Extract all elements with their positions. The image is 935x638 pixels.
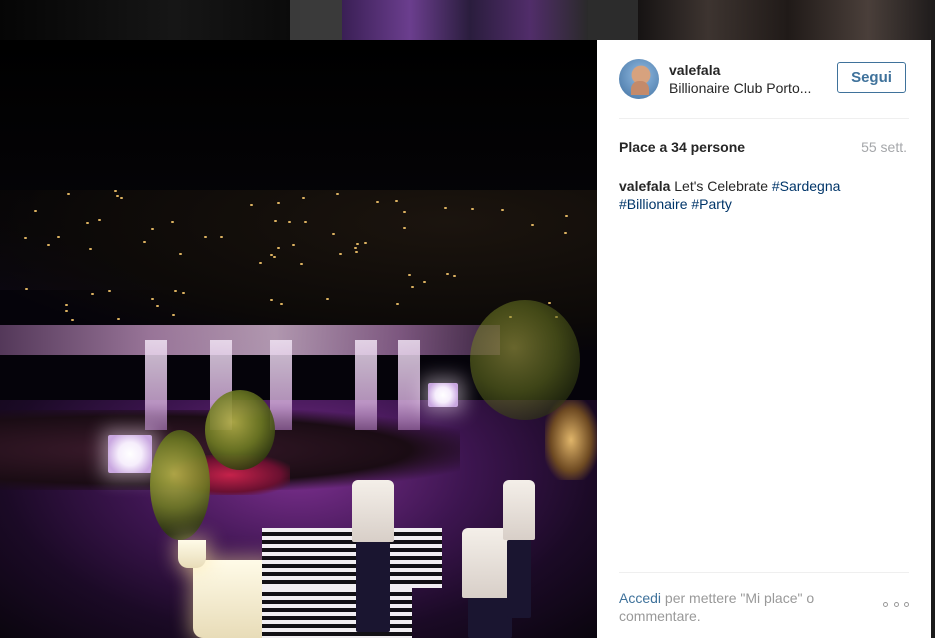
photo-town-light xyxy=(85,221,89,224)
photo-town-light xyxy=(88,247,92,250)
photo-town-light xyxy=(500,208,504,211)
photo-town-light xyxy=(564,214,568,217)
background-feed-strip xyxy=(0,0,935,40)
photo-curtain xyxy=(398,340,420,430)
background-thumbnail[interactable] xyxy=(0,0,290,40)
photo-town-light xyxy=(33,210,37,213)
photo-town-light xyxy=(301,196,305,199)
follow-button[interactable]: Segui xyxy=(837,62,906,93)
photo-town-light xyxy=(394,199,398,202)
more-dot xyxy=(883,601,888,607)
post-photo[interactable] xyxy=(0,40,597,638)
photo-town-light xyxy=(270,298,274,301)
photo-town-light xyxy=(258,261,262,264)
photo-town-light xyxy=(354,250,358,253)
more-dot xyxy=(904,601,909,607)
photo-town-light xyxy=(304,220,308,223)
photo-lamp xyxy=(428,383,458,407)
photo-town-light xyxy=(326,297,330,300)
photo-town-light xyxy=(70,318,74,321)
post-header: valefala Billionaire Club Porto... Segui xyxy=(597,40,931,118)
photo-olive-tree xyxy=(470,300,580,420)
photo-town-light xyxy=(174,289,178,292)
photo-town-light xyxy=(276,201,280,204)
post-details-panel: valefala Billionaire Club Porto... Segui… xyxy=(597,40,931,638)
photo-town-light xyxy=(113,190,117,193)
photo-side-light xyxy=(545,400,597,480)
photo-curtain xyxy=(270,340,292,430)
photo-town-light xyxy=(23,236,27,239)
login-prompt: Accedi per mettere "Mi place" o commenta… xyxy=(619,589,849,625)
photo-olive-tree xyxy=(205,390,275,470)
photo-town-light xyxy=(47,243,51,246)
photo-town-light xyxy=(423,280,427,283)
footer-divider xyxy=(619,572,909,573)
photo-town-light xyxy=(363,242,367,245)
photo-person xyxy=(503,480,535,540)
photo-town-light xyxy=(151,297,154,300)
photo-town-light xyxy=(288,220,292,223)
photo-town-light xyxy=(470,207,474,210)
photo-town-light xyxy=(443,207,447,210)
photo-town-light xyxy=(170,220,174,223)
photo-town-light xyxy=(276,247,280,250)
background-thumbnail[interactable] xyxy=(290,0,588,40)
photo-town-light xyxy=(249,204,253,207)
caption-text: Let's Celebrate xyxy=(674,178,768,194)
caption-username[interactable]: valefala xyxy=(619,178,670,194)
photo-person xyxy=(352,480,394,542)
photo-lamp xyxy=(108,435,152,473)
photo-town-light xyxy=(66,192,70,195)
background-thumbnail[interactable] xyxy=(588,0,935,40)
photo-olive-tree xyxy=(150,430,210,540)
photo-town-light xyxy=(331,232,335,235)
photo-curtain xyxy=(145,340,167,430)
photo-town-light xyxy=(299,262,303,265)
photo-town-light xyxy=(64,304,68,307)
likes-count[interactable]: Place a 34 persone xyxy=(619,139,745,155)
post-location[interactable]: Billionaire Club Porto... xyxy=(669,80,829,96)
photo-town-light xyxy=(375,201,379,204)
photo-planter xyxy=(178,540,206,568)
photo-town-light xyxy=(156,304,160,307)
more-dot xyxy=(893,601,899,607)
photo-town-light xyxy=(402,226,406,229)
photo-town-light xyxy=(403,210,407,213)
photo-town-light xyxy=(120,196,124,199)
photo-town-light xyxy=(182,291,186,294)
more-options-icon[interactable] xyxy=(883,597,909,611)
photo-town-light xyxy=(410,285,414,288)
photo-person-legs xyxy=(468,598,512,638)
post-username[interactable]: valefala xyxy=(669,62,720,78)
hashtag-link[interactable]: #Sardegna xyxy=(772,178,841,194)
post-timestamp[interactable]: 55 sett. xyxy=(861,139,907,155)
photo-town-light xyxy=(56,236,60,239)
header-divider xyxy=(619,118,909,119)
post-caption: valefala Let's Celebrate #Sardegna #Bill… xyxy=(619,177,909,213)
photo-town-light xyxy=(272,255,276,258)
hashtag-link[interactable]: #Party xyxy=(691,196,731,212)
photo-planter xyxy=(193,560,271,638)
photo-person-legs xyxy=(356,542,390,632)
photo-town-light xyxy=(452,274,456,277)
hashtag-link[interactable]: #Billionaire xyxy=(619,196,687,212)
photo-town-light xyxy=(97,219,101,222)
login-link[interactable]: Accedi xyxy=(619,590,661,606)
photo-town-light xyxy=(142,241,146,244)
post-modal: valefala Billionaire Club Porto... Segui… xyxy=(0,40,931,638)
user-avatar[interactable] xyxy=(619,59,659,99)
photo-curtain xyxy=(355,340,377,430)
photo-town-light xyxy=(116,194,120,197)
photo-town-light xyxy=(548,301,552,304)
photo-person-legs xyxy=(507,540,531,618)
photo-canopy xyxy=(0,325,500,355)
